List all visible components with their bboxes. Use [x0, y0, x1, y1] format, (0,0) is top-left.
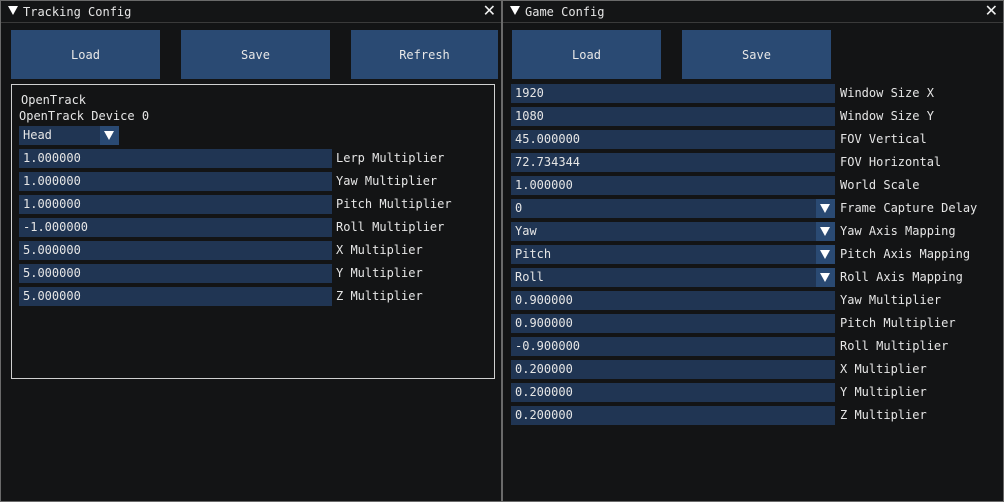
- window-size-y-value: 1080: [515, 109, 544, 123]
- lerp-multiplier-input[interactable]: 1.000000: [19, 149, 332, 168]
- roll-axis-mapping-label: Roll Axis Mapping: [840, 270, 963, 284]
- z-multiplier-value: 0.200000: [515, 408, 573, 422]
- chevron-down-icon[interactable]: [816, 222, 835, 241]
- x-multiplier-input[interactable]: 5.000000: [19, 241, 332, 260]
- y-multiplier-value: 0.200000: [515, 385, 573, 399]
- tracker-device-name: OpenTrack Device 0: [19, 109, 150, 123]
- yaw-axis-mapping-dropdown[interactable]: Yaw: [511, 222, 835, 241]
- pitch-axis-mapping-dropdown[interactable]: Pitch: [511, 245, 835, 264]
- close-icon[interactable]: ✕: [985, 2, 998, 20]
- body-part-dropdown[interactable]: Head: [19, 126, 119, 145]
- window-size-x-value: 1920: [515, 86, 544, 100]
- tracking-config-window: Tracking Config ✕ Load Save Refresh Open…: [0, 0, 502, 502]
- yaw-axis-mapping-value: Yaw: [515, 224, 537, 238]
- chevron-down-icon[interactable]: [816, 199, 835, 218]
- yaw-multiplier-label: Yaw Multiplier: [336, 174, 438, 188]
- window-size-x-label: Window Size X: [840, 86, 934, 100]
- pitch-axis-mapping-label: Pitch Axis Mapping: [840, 247, 971, 261]
- y-multiplier-label: Y Multiplier: [336, 266, 423, 280]
- yaw-multiplier-value: 0.900000: [515, 293, 573, 307]
- y-multiplier-label: Y Multiplier: [840, 385, 927, 399]
- roll-multiplier-label: Roll Multiplier: [840, 339, 949, 353]
- yaw-multiplier-label: Yaw Multiplier: [840, 293, 942, 307]
- load-button[interactable]: Load: [512, 30, 661, 79]
- fov-vertical-value: 45.000000: [515, 132, 581, 146]
- pitch-multiplier-input[interactable]: 1.000000: [19, 195, 332, 214]
- x-multiplier-input[interactable]: 0.200000: [511, 360, 835, 379]
- x-multiplier-label: X Multiplier: [840, 362, 927, 376]
- roll-axis-mapping-dropdown[interactable]: Roll: [511, 268, 835, 287]
- body-part-value: Head: [23, 128, 52, 142]
- pitch-multiplier-label: Pitch Multiplier: [840, 316, 956, 330]
- collapse-triangle-icon[interactable]: [8, 6, 18, 15]
- game-config-titlebar[interactable]: Game Config ✕: [503, 1, 1003, 23]
- load-button[interactable]: Load: [11, 30, 160, 79]
- frame-capture-delay-value: 0: [515, 201, 523, 215]
- roll-axis-mapping-value: Roll: [515, 270, 544, 284]
- chevron-down-icon[interactable]: [816, 268, 835, 287]
- yaw-multiplier-input[interactable]: 1.000000: [19, 172, 332, 191]
- x-multiplier-value: 0.200000: [515, 362, 573, 376]
- collapse-triangle-icon[interactable]: [510, 6, 520, 15]
- chevron-down-icon[interactable]: [100, 126, 119, 145]
- world-scale-input[interactable]: 1.000000: [511, 176, 835, 195]
- window-size-y-input[interactable]: 1080: [511, 107, 835, 126]
- y-multiplier-input[interactable]: 0.200000: [511, 383, 835, 402]
- save-button[interactable]: Save: [181, 30, 330, 79]
- y-multiplier-input[interactable]: 5.000000: [19, 264, 332, 283]
- fov-horizontal-label: FOV Horizontal: [840, 155, 942, 169]
- world-scale-label: World Scale: [840, 178, 920, 192]
- frame-capture-delay-label: Frame Capture Delay: [840, 201, 978, 215]
- window-title: Tracking Config: [23, 5, 132, 19]
- world-scale-value: 1.000000: [515, 178, 573, 192]
- pitch-multiplier-label: Pitch Multiplier: [336, 197, 452, 211]
- window-title: Game Config: [525, 5, 605, 19]
- z-multiplier-label: Z Multiplier: [840, 408, 927, 422]
- close-icon[interactable]: ✕: [483, 2, 496, 20]
- yaw-multiplier-input[interactable]: 0.900000: [511, 291, 835, 310]
- fov-vertical-label: FOV Vertical: [840, 132, 927, 146]
- refresh-button[interactable]: Refresh: [351, 30, 498, 79]
- tracker-panel: OpenTrack OpenTrack Device 0 Head 1.0000…: [11, 84, 495, 379]
- z-multiplier-input[interactable]: 5.000000: [19, 287, 332, 306]
- game-config-window: Game Config ✕ Load Save 1920 Window Size …: [502, 0, 1004, 502]
- yaw-axis-mapping-label: Yaw Axis Mapping: [840, 224, 956, 238]
- chevron-down-icon[interactable]: [816, 245, 835, 264]
- pitch-multiplier-value: 0.900000: [515, 316, 573, 330]
- frame-capture-delay-dropdown[interactable]: 0: [511, 199, 835, 218]
- window-size-x-input[interactable]: 1920: [511, 84, 835, 103]
- roll-multiplier-input[interactable]: -1.000000: [19, 218, 332, 237]
- tracker-source-name: OpenTrack: [21, 93, 87, 107]
- fov-horizontal-input[interactable]: 72.734344: [511, 153, 835, 172]
- roll-multiplier-label: Roll Multiplier: [336, 220, 445, 234]
- lerp-multiplier-label: Lerp Multiplier: [336, 151, 445, 165]
- fov-horizontal-value: 72.734344: [515, 155, 581, 169]
- roll-multiplier-input[interactable]: -0.900000: [511, 337, 835, 356]
- pitch-axis-mapping-value: Pitch: [515, 247, 552, 261]
- window-size-y-label: Window Size Y: [840, 109, 934, 123]
- pitch-multiplier-input[interactable]: 0.900000: [511, 314, 835, 333]
- x-multiplier-label: X Multiplier: [336, 243, 423, 257]
- tracking-config-titlebar[interactable]: Tracking Config ✕: [1, 1, 501, 23]
- roll-multiplier-value: -0.900000: [515, 339, 581, 353]
- fov-vertical-input[interactable]: 45.000000: [511, 130, 835, 149]
- z-multiplier-input[interactable]: 0.200000: [511, 406, 835, 425]
- z-multiplier-label: Z Multiplier: [336, 289, 423, 303]
- save-button[interactable]: Save: [682, 30, 831, 79]
